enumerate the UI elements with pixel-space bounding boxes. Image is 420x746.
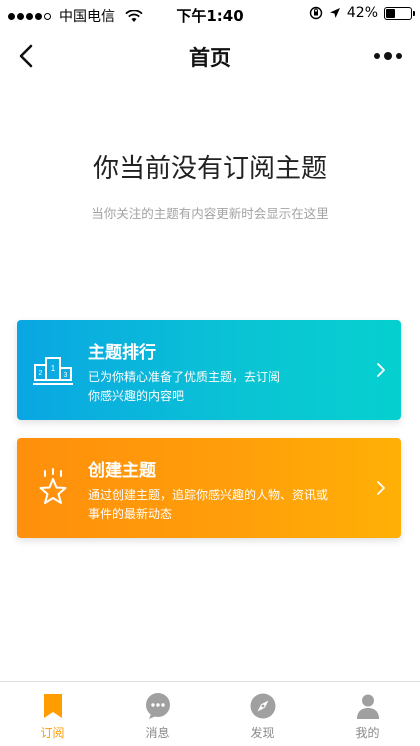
battery-icon — [384, 6, 415, 20]
person-icon — [356, 694, 379, 719]
chat-icon — [145, 693, 170, 719]
chevron-right-icon — [377, 363, 385, 377]
back-button[interactable] — [10, 40, 42, 72]
card-description: 已为你精心准备了优质主题，去订阅 你感兴趣的内容吧 — [88, 368, 358, 406]
card-description-line: 通过创建主题，追踪你感兴趣的人物、资讯或 — [88, 488, 329, 502]
card-description-line: 你感兴趣的内容吧 — [88, 389, 185, 403]
podium-icon: 1 2 3 — [33, 357, 73, 385]
tab-mine[interactable]: 我的 — [315, 682, 420, 746]
tab-bar: 订阅 消息 发现 我的 — [0, 681, 420, 746]
more-dot — [396, 53, 402, 59]
chevron-right-icon — [377, 481, 385, 495]
tab-label: 消息 — [145, 726, 170, 740]
orientation-lock-icon — [309, 6, 323, 20]
tab-label: 发现 — [250, 726, 275, 740]
tab-subscribe[interactable]: 订阅 — [0, 682, 105, 746]
tab-discover[interactable]: 发现 — [210, 682, 315, 746]
tab-messages[interactable]: 消息 — [105, 682, 210, 746]
status-bar: 中国电信 下午1:40 42% — [0, 0, 420, 28]
card-description: 通过创建主题，追踪你感兴趣的人物、资讯或 事件的最新动态 — [88, 486, 358, 524]
more-dot — [384, 52, 392, 60]
svg-text:3: 3 — [64, 372, 68, 379]
tab-label: 订阅 — [40, 726, 65, 740]
navigation-bar: 首页 — [0, 28, 420, 84]
location-icon — [329, 8, 340, 18]
card-description-line: 已为你精心准备了优质主题，去订阅 — [88, 370, 281, 384]
svg-text:2: 2 — [39, 370, 43, 377]
card-title: 主题排行 — [88, 343, 156, 363]
compass-icon — [250, 693, 275, 719]
card-title: 创建主题 — [88, 461, 156, 481]
svg-text:1: 1 — [51, 364, 56, 373]
battery-percent: 42% — [346, 5, 378, 21]
empty-state-title: 你当前没有订阅主题 — [92, 154, 327, 184]
more-options-button[interactable] — [368, 44, 408, 68]
page-title: 首页 — [189, 46, 231, 70]
tab-label: 我的 — [355, 726, 380, 740]
status-right: 42% — [309, 5, 415, 21]
more-dot — [374, 53, 380, 59]
chevron-left-icon — [19, 44, 33, 68]
topic-ranking-card[interactable]: 1 2 3 主题排行 已为你精心准备了优质主题，去订阅 你感兴趣的内容吧 — [17, 320, 401, 420]
card-description-line: 事件的最新动态 — [88, 507, 173, 521]
create-topic-card[interactable]: 创建主题 通过创建主题，追踪你感兴趣的人物、资讯或 事件的最新动态 — [17, 438, 401, 538]
empty-state-subtitle: 当你关注的主题有内容更新时会显示在这里 — [91, 206, 329, 221]
star-icon — [39, 468, 67, 504]
bookmark-icon — [43, 694, 62, 718]
